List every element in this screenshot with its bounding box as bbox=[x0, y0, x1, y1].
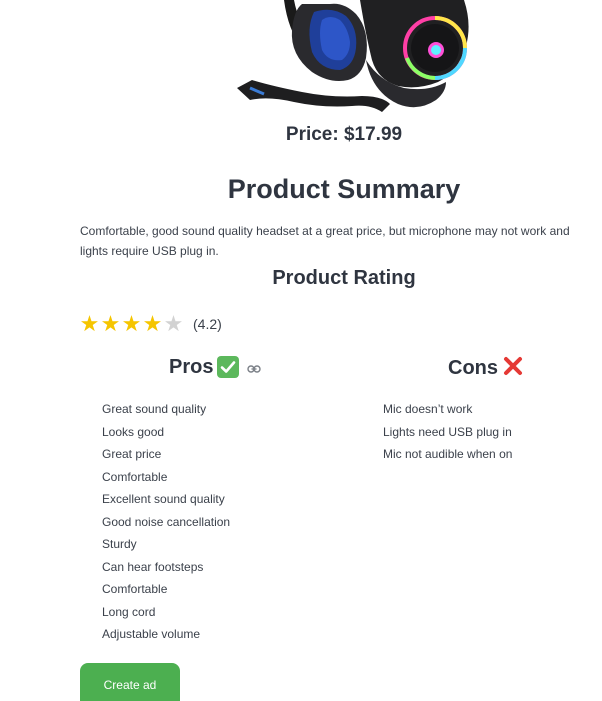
rating-value: (4.2) bbox=[193, 316, 222, 332]
star-filled-icon: ★ bbox=[79, 311, 100, 336]
pros-title: Pros bbox=[169, 355, 214, 378]
star-empty-icon: ★ bbox=[163, 311, 184, 336]
pros-list-item: Great sound quality bbox=[102, 402, 207, 416]
pros-list-item: Long cord bbox=[102, 604, 156, 619]
product-image bbox=[232, 0, 472, 118]
cons-list-item: Mic not audible when on bbox=[383, 447, 513, 461]
pros-list-item: Sturdy bbox=[102, 537, 137, 551]
link-icon[interactable] bbox=[247, 361, 262, 379]
cons-list-item: Lights need USB plug in bbox=[383, 424, 512, 439]
product-page: Price: $17.99 Product Summary Comfortabl… bbox=[0, 0, 602, 701]
pros-list-item: Comfortable bbox=[102, 469, 168, 484]
cons-heading: Cons bbox=[448, 355, 524, 382]
star-rating: ★ ★ ★ ★ ★ (4.2) bbox=[79, 310, 222, 338]
cross-mark-icon bbox=[502, 355, 524, 382]
headset-image bbox=[237, 0, 469, 112]
pros-list-item: Adjustable volume bbox=[102, 627, 201, 641]
pros-list-item: Looks good bbox=[102, 424, 165, 439]
pros-heading: Pros bbox=[169, 355, 262, 379]
pros-list: Great sound quality Looks good Great pri… bbox=[102, 398, 230, 646]
product-rating-heading: Product Rating bbox=[272, 267, 416, 289]
pros-list-item: Good noise cancellation bbox=[102, 514, 231, 529]
create-ad-button[interactable]: Create ad bbox=[80, 663, 180, 701]
check-mark-icon bbox=[217, 356, 240, 378]
pros-list-item: Excellent sound quality bbox=[102, 492, 225, 506]
product-summary-heading: Product Summary bbox=[227, 174, 461, 204]
product-price: Price: $17.99 bbox=[285, 124, 403, 145]
cons-title: Cons bbox=[448, 357, 498, 379]
product-summary-text: Comfortable, good sound quality headset … bbox=[80, 224, 570, 258]
star-filled-icon: ★ bbox=[100, 311, 121, 336]
cons-list: Mic doesn’t work Lights need USB plug in… bbox=[383, 398, 512, 466]
star-filled-icon: ★ bbox=[121, 311, 142, 336]
pros-list-item: Great price bbox=[102, 447, 162, 461]
pros-list-item: Can hear footsteps bbox=[102, 559, 204, 574]
cons-list-item: Mic doesn’t work bbox=[383, 402, 473, 416]
create-ad-label: Create ad bbox=[103, 677, 157, 692]
star-filled-icon: ★ bbox=[142, 311, 163, 336]
pros-list-item: Comfortable bbox=[102, 582, 168, 596]
